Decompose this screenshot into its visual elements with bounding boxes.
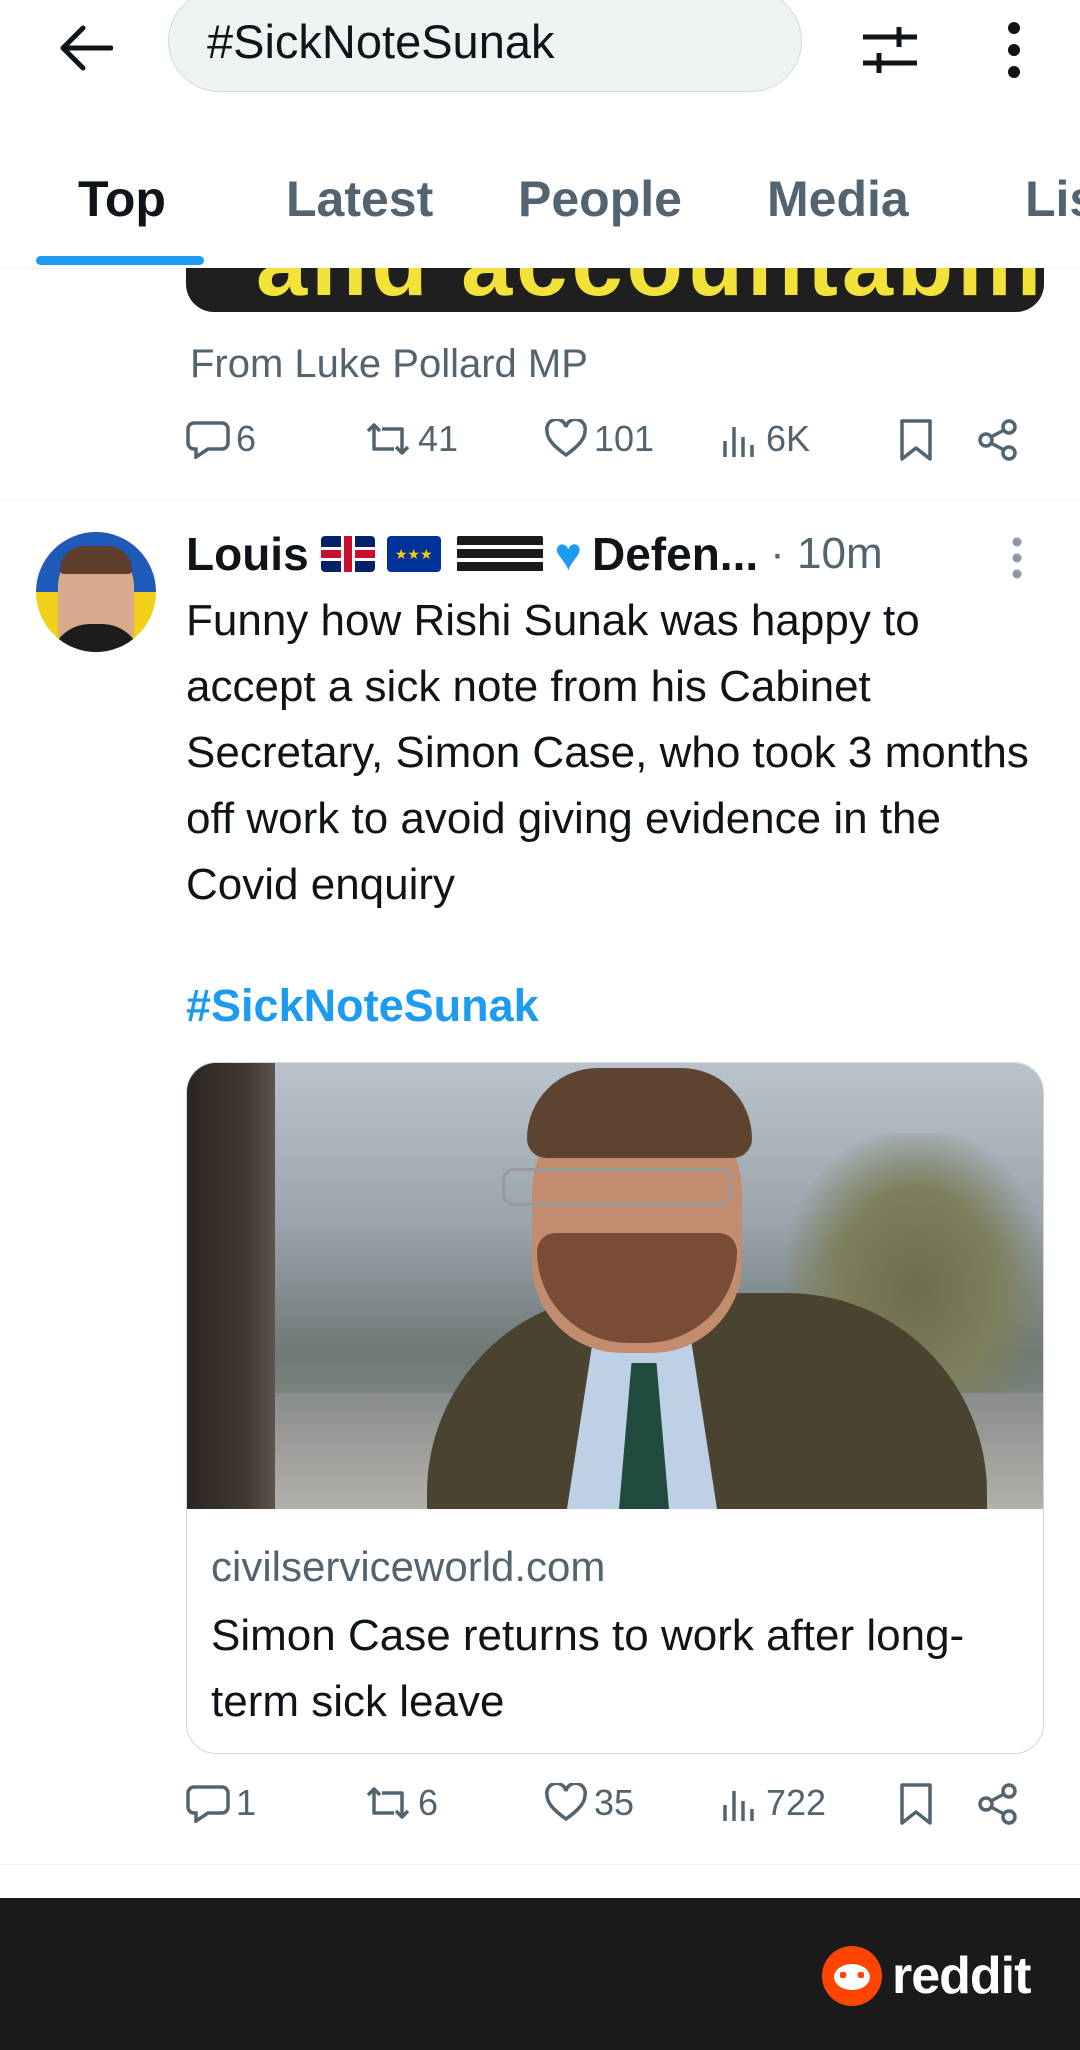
search-filters-button[interactable]: [850, 10, 930, 90]
tab-lists[interactable]: Lis: [1025, 170, 1080, 228]
retweet-button[interactable]: 41: [364, 418, 458, 460]
share-button[interactable]: [976, 1782, 1026, 1826]
bookmark-icon: [900, 1783, 932, 1825]
views-button[interactable]: 6K: [720, 418, 810, 460]
retweet-icon: [366, 423, 410, 455]
tab-latest[interactable]: Latest: [286, 170, 433, 228]
card-title: Simon Case returns to work after long-te…: [211, 1611, 965, 1726]
tweet-more-button[interactable]: [1002, 534, 1032, 584]
heart-icon: [545, 1783, 587, 1822]
flag-icon: [456, 536, 543, 572]
analytics-icon: [723, 427, 754, 457]
vertical-dots-icon: [1008, 22, 1020, 78]
reply-count: 6: [236, 418, 257, 459]
tab-top[interactable]: Top: [78, 170, 166, 228]
more-options-button[interactable]: [984, 10, 1044, 90]
top-bar: #SickNoteSunak: [0, 0, 1080, 100]
share-button[interactable]: [976, 418, 1026, 462]
retweet-count: 6: [418, 1782, 439, 1823]
hashtag-link[interactable]: #SickNoteSunak: [186, 980, 539, 1032]
view-count: 6K: [766, 418, 811, 459]
arrow-left-icon: [60, 25, 113, 71]
reddit-watermark-bar: reddit: [0, 1898, 1080, 2050]
active-tab-indicator: [36, 256, 204, 265]
back-button[interactable]: [46, 8, 126, 88]
tab-media[interactable]: Media: [767, 170, 909, 228]
share-icon: [978, 419, 1017, 461]
blue-heart-icon: ♥: [554, 528, 582, 580]
previous-tweet-media[interactable]: and accountability: [186, 268, 1044, 312]
uk-flag-icon: [320, 536, 375, 572]
view-count: 722: [766, 1782, 827, 1823]
bookmark-button[interactable]: [898, 1782, 940, 1826]
eu-flag-icon: ★★★: [386, 536, 441, 572]
media-source-label: From Luke Pollard MP: [190, 342, 588, 386]
reddit-wordmark: reddit: [892, 1947, 1031, 2005]
tweet-text: Funny how Rishi Sunak was happy to accep…: [186, 596, 1029, 909]
reply-icon: [186, 421, 230, 459]
card-image: [187, 1063, 1043, 1509]
reply-count: 1: [236, 1782, 257, 1823]
image-person-glasses: [502, 1168, 732, 1206]
retweet-icon: [366, 1787, 410, 1819]
card-domain: civilserviceworld.com: [211, 1543, 606, 1590]
avatar[interactable]: [36, 532, 156, 652]
previous-tweet-actions: 6 41 101 6K: [186, 418, 1036, 478]
search-tabs: Top Latest People Media Lis: [0, 150, 1080, 269]
like-count: 35: [594, 1782, 635, 1823]
reply-button[interactable]: 6: [186, 418, 256, 460]
image-person-hair: [527, 1068, 752, 1158]
search-query: #SickNoteSunak: [207, 14, 555, 68]
share-icon: [978, 1783, 1017, 1825]
like-count: 101: [594, 418, 655, 459]
like-button[interactable]: 101: [544, 418, 654, 460]
reddit-logo: reddit: [822, 1946, 1031, 2006]
reply-button[interactable]: 1: [186, 1782, 256, 1824]
link-preview-card[interactable]: civilserviceworld.com Simon Case returns…: [186, 1062, 1044, 1754]
bookmark-icon: [900, 419, 932, 461]
heart-icon: [545, 419, 587, 458]
tweet-timestamp[interactable]: · 10m: [770, 529, 882, 579]
tweet-divider: [0, 500, 1080, 501]
avatar-hair: [60, 546, 132, 574]
author-name[interactable]: Louis: [186, 527, 309, 581]
retweet-count: 41: [418, 418, 459, 459]
tweet-actions: 1 6 35 722: [186, 1782, 1036, 1842]
vertical-dots-icon: [1012, 537, 1022, 579]
tweet-header[interactable]: Louis ★★★ ♥ Defen... · 10m: [186, 524, 883, 584]
reddit-snoo-icon: [822, 1946, 882, 2006]
reply-icon: [186, 1785, 230, 1823]
search-input[interactable]: #SickNoteSunak: [168, 0, 802, 92]
tweet-divider: [0, 1864, 1080, 1865]
sliders-icon: [863, 27, 917, 73]
media-caption: and accountability: [256, 268, 1044, 312]
retweet-button[interactable]: 6: [364, 1782, 438, 1824]
tab-people[interactable]: People: [518, 170, 682, 228]
like-button[interactable]: 35: [544, 1782, 634, 1824]
analytics-icon: [723, 1791, 754, 1821]
image-background: [187, 1063, 275, 1509]
author-name-suffix: Defen...: [591, 528, 759, 580]
bookmark-button[interactable]: [898, 418, 940, 462]
views-button[interactable]: 722: [720, 1782, 826, 1824]
